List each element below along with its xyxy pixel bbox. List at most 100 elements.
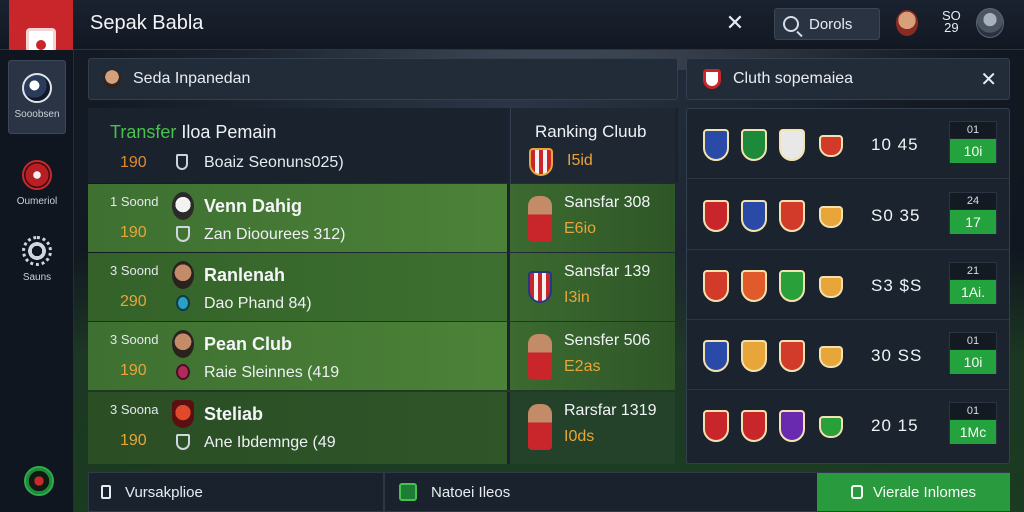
player-detail: Ane Ibdemnge (49 [204, 434, 336, 451]
player-cell[interactable]: 1 Soond 190 Venn Dahig Zan Dioourees 312… [88, 184, 510, 252]
ranking-row[interactable]: 20 15 01 1Mc [687, 390, 1009, 460]
bottom-tab-left[interactable]: Vursakplioe [89, 473, 385, 511]
ranking-badge-bottom: 10i [950, 350, 996, 374]
player-value: 190 [120, 224, 147, 241]
ranking-row[interactable]: 30 SS 01 10i [687, 320, 1009, 390]
search-label: Dorols [809, 15, 853, 33]
ranking-score: 30 SS [871, 346, 923, 365]
club-ranking-panel: 10 45 01 10i S0 35 24 17 S3 $S 21 1Ai. 30 SS 01 10i… [686, 108, 1010, 464]
ball-icon [176, 364, 190, 380]
ranking-row[interactable]: 10 45 01 10i [687, 109, 1009, 179]
player-face-icon [172, 330, 194, 358]
club-crest-icon [819, 206, 843, 228]
ranking-value: I5id [567, 152, 593, 169]
gear-icon [22, 236, 52, 266]
ranking-badge: 01 10i [949, 121, 997, 163]
club-crest-icon [779, 340, 805, 372]
ranking-badge: 24 17 [949, 192, 997, 234]
transfer-cell[interactable]: Sansfar 308 E6io [510, 184, 675, 252]
table-row[interactable]: 3 Soond 290 Ranlenah Dao Phand 84) Sansf… [88, 253, 678, 321]
player-cell[interactable]: 3 Soond 290 Ranlenah Dao Phand 84) [88, 253, 510, 321]
club-crest-icon [703, 270, 729, 302]
table-row[interactable]: 3 Soona 190 Steliab Ane Ibdemnge (49 Rar… [88, 392, 678, 464]
nav-label: Oumeriol [16, 196, 58, 207]
player-cell[interactable]: 3 Soond 190 Pean Club Raie Sleinnes (419 [88, 322, 510, 390]
nav-item-sooobsen[interactable]: Sooobsen [8, 60, 66, 134]
news-icon [399, 483, 417, 501]
ranking-row[interactable]: S0 35 24 17 [687, 180, 1009, 250]
nav-item-oumeriol[interactable]: Oumeriol [8, 148, 66, 222]
club-crest-icon [741, 129, 767, 161]
ranking-row[interactable]: S3 $S 21 1Ai. [687, 250, 1009, 320]
ranking-score: 20 15 [871, 416, 919, 435]
user-avatar[interactable] [976, 8, 1004, 38]
transfer-detail: E2as [564, 358, 601, 375]
search-button[interactable]: Dorols [774, 8, 880, 40]
bottom-tab-label: Natoei Ileos [431, 483, 511, 501]
section-header-left: Seda Inpanedan [88, 58, 678, 100]
bottom-action-button[interactable]: Vierale Inlomes [817, 473, 1010, 511]
player-cell[interactable]: 3 Soona 190 Steliab Ane Ibdemnge (49 [88, 392, 510, 464]
ranking-badge: 01 10i [949, 332, 997, 374]
transfer-detail: I3in [564, 289, 590, 306]
player-kit-icon [528, 196, 552, 242]
player-avatar-icon[interactable] [896, 10, 918, 36]
transfer-name: Sansfar 139 [564, 263, 651, 280]
transfer-cell[interactable]: Sansfar 139 I3in [510, 253, 675, 321]
transfer-cell[interactable]: Rarsfar 1319 I0ds [510, 392, 675, 464]
nav-item-sauns[interactable]: Sauns [8, 224, 66, 298]
player-value: 190 [120, 362, 147, 379]
ranking-badge-bottom: 1Mc [950, 420, 996, 444]
club-crest-icon [703, 129, 729, 161]
bottom-tab-mid[interactable]: Natoei Ileos [387, 473, 817, 511]
club-crest-icon [741, 340, 767, 372]
player-slot-label: 1 Soond [110, 194, 159, 209]
ranking-badge-top: 01 [950, 403, 996, 419]
player-detail: Dao Phand 84) [204, 295, 312, 312]
table-row[interactable]: 1 Soond 190 Venn Dahig Zan Dioourees 312… [88, 184, 678, 252]
ranking-badge-top: 01 [950, 122, 996, 138]
club-crest-icon [703, 410, 729, 442]
close-icon[interactable]: ✕ [718, 8, 752, 38]
player-detail: Zan Dioourees 312) [204, 226, 346, 243]
shield-icon [176, 226, 190, 242]
player-detail: Raie Sleinnes (419 [204, 364, 340, 381]
club-crest-icon [703, 200, 729, 232]
ranking-badge-bottom: 1Ai. [950, 280, 996, 304]
club-crest-icon [741, 270, 767, 302]
player-kit-icon [528, 334, 552, 380]
club-crest-icon [819, 135, 843, 157]
transfer-cell[interactable]: Sensfer 506 E2as [510, 322, 675, 390]
club-crest-icon [741, 200, 767, 232]
club-crest-icon [741, 410, 767, 442]
player-name: Steliab [204, 404, 264, 424]
left-nav: Sooobsen Oumeriol Sauns [0, 50, 74, 512]
top-score: SO 29 [942, 9, 961, 35]
table-row[interactable]: 3 Soond 190 Pean Club Raie Sleinnes (419… [88, 322, 678, 390]
power-icon[interactable] [24, 466, 54, 496]
club-crest-icon [703, 340, 729, 372]
action-icon [850, 485, 863, 499]
player-name: Venn Dahig [204, 196, 303, 216]
transfer-title-rest: Iloa Pemain [181, 122, 277, 142]
player-slot-label: 3 Soona [110, 402, 159, 417]
table-header-row: Transfer Iloa Pemain 190 Boaiz Seonuns02… [88, 108, 678, 183]
ranking-title: Ranking Cluub [535, 122, 647, 141]
ranking-score: S3 $S [871, 276, 923, 295]
club-badge-icon [529, 148, 553, 176]
ranking-badge-top: 21 [950, 263, 996, 279]
club-badge-icon [703, 69, 721, 89]
transfer-subtitle: Boaiz Seonuns025) [204, 154, 344, 171]
app-logo[interactable] [9, 0, 73, 62]
shield-icon [176, 154, 188, 170]
close-icon[interactable]: ✕ [980, 67, 997, 92]
player-value: 290 [120, 293, 147, 310]
transfer-number: 190 [120, 154, 147, 171]
ranking-badge: 01 1Mc [949, 402, 997, 444]
transfer-title: Transfer Iloa Pemain [110, 122, 276, 143]
top-score-line-2: 29 [944, 20, 959, 35]
ranking-badge-bottom: 17 [950, 210, 996, 234]
transfer-header: Transfer Iloa Pemain 190 Boaiz Seonuns02… [88, 108, 510, 183]
transfer-name: Sensfer 506 [564, 332, 651, 349]
club-crest-icon [819, 346, 843, 368]
